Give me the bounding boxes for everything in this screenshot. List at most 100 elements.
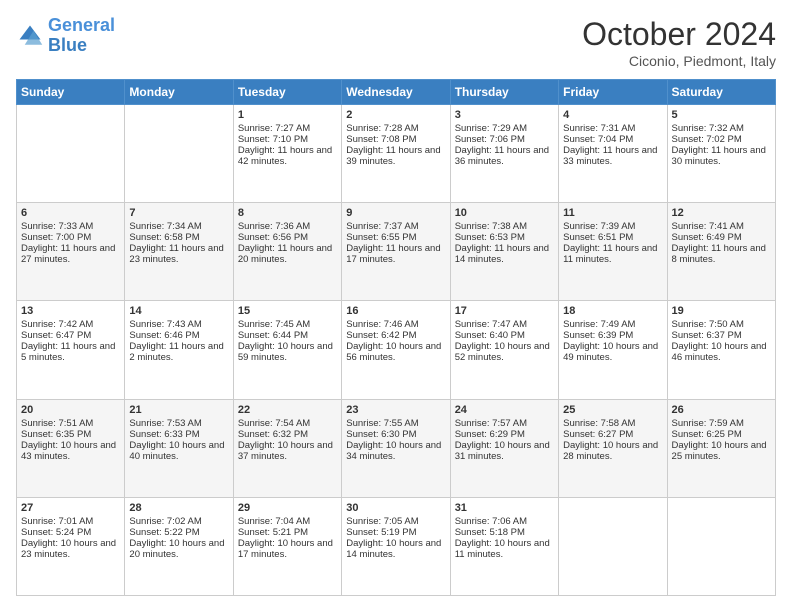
sunrise-text: Sunrise: 7:49 AM <box>563 319 662 330</box>
sunrise-text: Sunrise: 7:55 AM <box>346 418 445 429</box>
calendar-cell: 25Sunrise: 7:58 AMSunset: 6:27 PMDayligh… <box>559 399 667 497</box>
sunset-text: Sunset: 6:32 PM <box>238 429 337 440</box>
sunrise-text: Sunrise: 7:27 AM <box>238 123 337 134</box>
sunrise-text: Sunrise: 7:02 AM <box>129 516 228 527</box>
daylight-text: Daylight: 10 hours and 49 minutes. <box>563 341 662 363</box>
sunset-text: Sunset: 7:10 PM <box>238 134 337 145</box>
calendar-cell: 31Sunrise: 7:06 AMSunset: 5:18 PMDayligh… <box>450 497 558 595</box>
day-number: 30 <box>346 502 445 514</box>
day-number: 8 <box>238 207 337 219</box>
col-wednesday: Wednesday <box>342 80 450 105</box>
calendar-cell: 19Sunrise: 7:50 AMSunset: 6:37 PMDayligh… <box>667 301 775 399</box>
daylight-text: Daylight: 10 hours and 31 minutes. <box>455 440 554 462</box>
sunset-text: Sunset: 6:37 PM <box>672 330 771 341</box>
calendar-week-3: 13Sunrise: 7:42 AMSunset: 6:47 PMDayligh… <box>17 301 776 399</box>
calendar-cell: 27 Sunrise: 7:01 AMSunset: 5:24 PMDayligh… <box>17 497 125 595</box>
logo-text: General Blue <box>48 16 115 56</box>
daylight-text: Daylight: 11 hours and 42 minutes. <box>238 145 337 167</box>
day-number: 9 <box>346 207 445 219</box>
sunrise-text: Sunrise: 7:33 AM <box>21 221 120 232</box>
daylight-text: Daylight: 10 hours and 37 minutes. <box>238 440 337 462</box>
header: General Blue October 2024 Ciconio, Piedm… <box>16 16 776 69</box>
daylight-text: Daylight: 10 hours and 20 minutes. <box>129 538 228 560</box>
sunset-text: Sunset: 7:06 PM <box>455 134 554 145</box>
day-number: 25 <box>563 404 662 416</box>
calendar-week-1: 1Sunrise: 7:27 AMSunset: 7:10 PMDaylight… <box>17 105 776 203</box>
col-tuesday: Tuesday <box>233 80 341 105</box>
col-sunday: Sunday <box>17 80 125 105</box>
day-number: 24 <box>455 404 554 416</box>
day-number: 23 <box>346 404 445 416</box>
calendar-cell: 1Sunrise: 7:27 AMSunset: 7:10 PMDaylight… <box>233 105 341 203</box>
daylight-text: Daylight: 11 hours and 27 minutes. <box>21 243 120 265</box>
daylight-text: Daylight: 10 hours and 23 minutes. <box>21 538 120 560</box>
daylight-text: Daylight: 11 hours and 39 minutes. <box>346 145 445 167</box>
calendar-cell: 8Sunrise: 7:36 AMSunset: 6:56 PMDaylight… <box>233 203 341 301</box>
day-number: 28 <box>129 502 228 514</box>
sunset-text: Sunset: 6:27 PM <box>563 429 662 440</box>
day-number: 17 <box>455 305 554 317</box>
day-number: 13 <box>21 305 120 317</box>
day-number: 12 <box>672 207 771 219</box>
daylight-text: Daylight: 11 hours and 14 minutes. <box>455 243 554 265</box>
daylight-text: Daylight: 11 hours and 20 minutes. <box>238 243 337 265</box>
calendar-header-row: Sunday Monday Tuesday Wednesday Thursday… <box>17 80 776 105</box>
day-number: 10 <box>455 207 554 219</box>
sunrise-text: Sunrise: 7:39 AM <box>563 221 662 232</box>
calendar-cell: 22Sunrise: 7:54 AMSunset: 6:32 PMDayligh… <box>233 399 341 497</box>
sunset-text: Sunset: 7:02 PM <box>672 134 771 145</box>
sunset-text: Sunset: 6:25 PM <box>672 429 771 440</box>
sunrise-text: Sunrise: 7:36 AM <box>238 221 337 232</box>
calendar-cell: 10Sunrise: 7:38 AMSunset: 6:53 PMDayligh… <box>450 203 558 301</box>
daylight-text: Daylight: 10 hours and 52 minutes. <box>455 341 554 363</box>
calendar-cell: 26Sunrise: 7:59 AMSunset: 6:25 PMDayligh… <box>667 399 775 497</box>
sunrise-text: Sunrise: 7:38 AM <box>455 221 554 232</box>
calendar-table: Sunday Monday Tuesday Wednesday Thursday… <box>16 79 776 596</box>
calendar-cell: 5Sunrise: 7:32 AMSunset: 7:02 PMDaylight… <box>667 105 775 203</box>
daylight-text: Daylight: 11 hours and 23 minutes. <box>129 243 228 265</box>
calendar-cell: 11Sunrise: 7:39 AMSunset: 6:51 PMDayligh… <box>559 203 667 301</box>
sunrise-text: Sunrise: 7:05 AM <box>346 516 445 527</box>
sunset-text: Sunset: 6:42 PM <box>346 330 445 341</box>
daylight-text: Daylight: 11 hours and 8 minutes. <box>672 243 771 265</box>
sunrise-text: Sunrise: 7:31 AM <box>563 123 662 134</box>
sunset-text: Sunset: 5:24 PM <box>21 527 120 538</box>
day-number: 20 <box>21 404 120 416</box>
daylight-text: Daylight: 10 hours and 43 minutes. <box>21 440 120 462</box>
sunrise-text: Sunrise: 7:46 AM <box>346 319 445 330</box>
logo: General Blue <box>16 16 115 56</box>
month-title: October 2024 <box>582 16 776 53</box>
day-number: 22 <box>238 404 337 416</box>
day-number: 6 <box>21 207 120 219</box>
sunset-text: Sunset: 7:00 PM <box>21 232 120 243</box>
sunset-text: Sunset: 6:30 PM <box>346 429 445 440</box>
sunrise-text: Sunrise: 7:37 AM <box>346 221 445 232</box>
calendar-cell: 15Sunrise: 7:45 AMSunset: 6:44 PMDayligh… <box>233 301 341 399</box>
sunset-text: Sunset: 6:44 PM <box>238 330 337 341</box>
daylight-text: Daylight: 10 hours and 56 minutes. <box>346 341 445 363</box>
day-number: 21 <box>129 404 228 416</box>
sunrise-text: Sunrise: 7:50 AM <box>672 319 771 330</box>
sunset-text: Sunset: 5:19 PM <box>346 527 445 538</box>
sunset-text: Sunset: 7:04 PM <box>563 134 662 145</box>
day-number: 4 <box>563 109 662 121</box>
daylight-text: Daylight: 10 hours and 25 minutes. <box>672 440 771 462</box>
calendar-week-5: 27Sunrise: 7:01 AMSunset: 5:24 PMDayligh… <box>17 497 776 595</box>
col-monday: Monday <box>125 80 233 105</box>
day-number: 5 <box>672 109 771 121</box>
page: General Blue October 2024 Ciconio, Piedm… <box>0 0 792 612</box>
calendar-cell: 3Sunrise: 7:29 AMSunset: 7:06 PMDaylight… <box>450 105 558 203</box>
day-number: 7 <box>129 207 228 219</box>
sunset-text: Sunset: 6:35 PM <box>21 429 120 440</box>
sunrise-text: Sunrise: 7:01 AM <box>21 516 120 527</box>
col-saturday: Saturday <box>667 80 775 105</box>
sunset-text: Sunset: 6:39 PM <box>563 330 662 341</box>
day-number: 3 <box>455 109 554 121</box>
day-number: 27 <box>21 502 120 514</box>
logo-icon <box>16 22 44 50</box>
calendar-cell <box>667 497 775 595</box>
col-friday: Friday <box>559 80 667 105</box>
calendar-cell: 16Sunrise: 7:46 AMSunset: 6:42 PMDayligh… <box>342 301 450 399</box>
sunrise-text: Sunrise: 7:28 AM <box>346 123 445 134</box>
calendar-cell <box>559 497 667 595</box>
